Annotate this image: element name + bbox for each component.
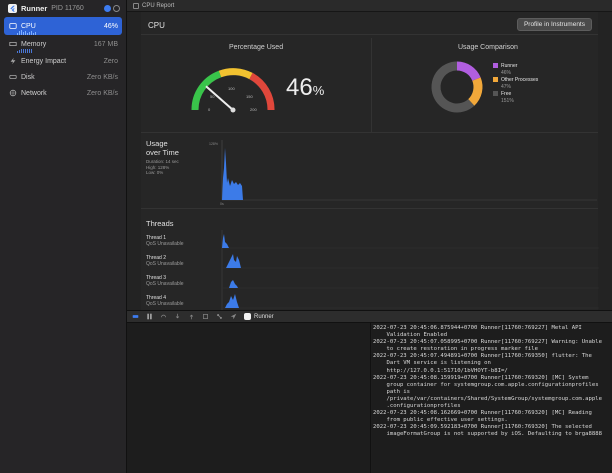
cpu-report: CPU Report CPU Profile in Instruments Pe… xyxy=(127,0,612,310)
memory-gauge-icon xyxy=(8,40,17,49)
report-icon xyxy=(133,2,139,9)
gauge-label: Network xyxy=(21,89,47,97)
cpu-percentage-gauge: 0 50 100 150 200 xyxy=(191,68,275,113)
usage-over-time-title: Usage over Time xyxy=(146,139,179,157)
debug-view-hierarchy-icon[interactable] xyxy=(202,313,209,320)
console-line: group container for systemgroup.com.appl… xyxy=(373,381,599,388)
gauge-tick-50: 50 xyxy=(210,94,215,99)
gauge-cpu[interactable]: CPU 46% xyxy=(4,17,122,35)
console-line: /private/var/containers/Shared/SystemGro… xyxy=(373,395,603,402)
flutter-app-icon xyxy=(244,313,251,320)
usage-y-max-label: 128% xyxy=(209,142,218,146)
gauge-value: Zero xyxy=(103,57,118,65)
usage-x-start-label: 0s xyxy=(220,202,224,206)
thread-row: Thread 3 QoS Unavailable xyxy=(146,275,184,287)
console-line: http://127.0.0.1:51710/1bVHOYT-b8I=/ xyxy=(373,367,508,374)
legend-value: 151% xyxy=(501,98,514,104)
page-title: CPU xyxy=(148,21,165,30)
legend-item-runner: Runner xyxy=(493,63,538,70)
process-info-icon[interactable] xyxy=(113,5,120,12)
console-line: .configurationprofiles xyxy=(373,403,461,410)
usage-duration: Duration: 14 sec xyxy=(146,159,179,164)
gauge-tick-200: 200 xyxy=(250,107,257,112)
cpu-percentage-value: 46% xyxy=(286,74,325,101)
legend-value: 47% xyxy=(501,84,512,90)
console-output[interactable]: 2022-07-23 20:45:06.875944+0700 Runner[1… xyxy=(372,323,612,473)
console-line: 2022-07-23 20:45:06.875944+0700 Runner[1… xyxy=(373,325,582,331)
debug-target[interactable]: Runner xyxy=(244,313,274,320)
gauge-value: 46% xyxy=(103,22,118,30)
console-line: path is xyxy=(373,388,411,395)
gauge-value: Zero KB/s xyxy=(86,89,118,97)
donut-slice xyxy=(456,61,481,82)
process-id: PID 11760 xyxy=(51,5,84,12)
debug-target-name: Runner xyxy=(254,313,274,320)
profile-in-instruments-button[interactable]: Profile in Instruments xyxy=(516,18,592,31)
console-line: 2022-07-23 20:45:08.162669+0700 Runner[1… xyxy=(373,410,592,417)
legend-item-other: Other Processes xyxy=(493,77,538,84)
gauge-label: Memory xyxy=(21,40,47,48)
section-divider xyxy=(141,132,598,133)
console-line: Dart VM service is listening on xyxy=(373,360,491,367)
thread-row: Thread 2 QoS Unavailable xyxy=(146,255,184,267)
section-divider xyxy=(141,208,598,209)
gauge-value: 167 MB xyxy=(93,40,118,48)
debug-toolbar: Runner xyxy=(127,310,612,323)
console-line: 2022-07-23 20:45:07.494891+0700 Runner[1… xyxy=(373,353,592,360)
report-title: CPU Report xyxy=(142,2,175,9)
donut-slice xyxy=(467,77,483,106)
console-line: 2022-07-23 20:45:09.592183+0700 Runner[1… xyxy=(373,424,592,431)
process-status-icon[interactable] xyxy=(104,5,111,12)
flutter-app-icon xyxy=(8,4,17,13)
section-divider xyxy=(371,38,372,132)
usage-legend: Runner 46% Other Processes 47% Free 151% xyxy=(493,63,538,105)
usage-comparison-title: Usage Comparison xyxy=(458,44,518,51)
variables-view[interactable] xyxy=(127,323,371,473)
gauge-disk[interactable]: Disk Zero KB/s xyxy=(4,69,122,85)
gauge-label: CPU xyxy=(21,22,36,30)
threads-title: Threads xyxy=(146,219,174,228)
gauge-tick-150: 150 xyxy=(246,94,253,99)
energy-icon xyxy=(8,57,17,66)
header-divider xyxy=(141,34,598,35)
legend-item-free: Free xyxy=(493,91,538,98)
process-header[interactable]: Runner PID 11760 xyxy=(0,0,126,17)
cpu-gauge-icon xyxy=(8,22,17,31)
location-icon[interactable] xyxy=(230,313,237,320)
gauge-value: Zero KB/s xyxy=(86,73,118,81)
thread-row: Thread 1 QoS Unavailable xyxy=(146,235,184,247)
report-panel: CPU Profile in Instruments Percentage Us… xyxy=(141,12,599,310)
console-line: to create restoration in progress marker… xyxy=(373,346,539,353)
step-into-icon[interactable] xyxy=(174,313,181,320)
step-over-icon[interactable] xyxy=(160,313,167,320)
debug-navigator-sidebar: Runner PID 11760 CPU 46% Memory 167 MB E… xyxy=(0,0,127,473)
gauge-label: Energy Impact xyxy=(21,57,67,65)
percentage-used-title: Percentage Used xyxy=(229,44,284,51)
step-out-icon[interactable] xyxy=(188,313,195,320)
console-line: Validation Enabled xyxy=(373,332,448,339)
threads-graph xyxy=(221,230,599,310)
gauge-tick-0: 0 xyxy=(208,107,211,112)
app-name: Runner xyxy=(21,4,48,13)
legend-value: 46% xyxy=(501,70,512,76)
gauge-energy[interactable]: Energy Impact Zero xyxy=(4,53,122,69)
pause-icon[interactable] xyxy=(146,313,153,320)
console-line: 2022-07-23 20:45:08.159919+0700 Runner[1… xyxy=(373,374,589,381)
gauge-memory[interactable]: Memory 167 MB xyxy=(4,35,122,53)
report-tab-bar: CPU Report xyxy=(127,0,612,12)
memory-graph-icon[interactable] xyxy=(216,313,223,320)
console-line: imageFormatGroup is not supported by iOS… xyxy=(373,431,603,438)
usage-stats: Duration: 14 sec High: 128% Low: 0% xyxy=(146,159,179,176)
gauge-label: Disk xyxy=(21,73,35,81)
usage-low: Low: 0% xyxy=(146,170,164,175)
network-icon xyxy=(8,89,17,98)
console-line: 2022-07-23 20:45:07.058995+0700 Runner[1… xyxy=(373,339,603,346)
console-toggle-icon[interactable] xyxy=(132,313,139,320)
gauge-tick-100: 100 xyxy=(228,86,235,91)
usage-over-time-graph: 128% 0s xyxy=(209,140,597,206)
console-line: from public effective user settings. xyxy=(373,417,508,424)
disk-icon xyxy=(8,73,17,82)
gauge-network[interactable]: Network Zero KB/s xyxy=(4,85,122,101)
usage-comparison-donut xyxy=(431,61,483,113)
